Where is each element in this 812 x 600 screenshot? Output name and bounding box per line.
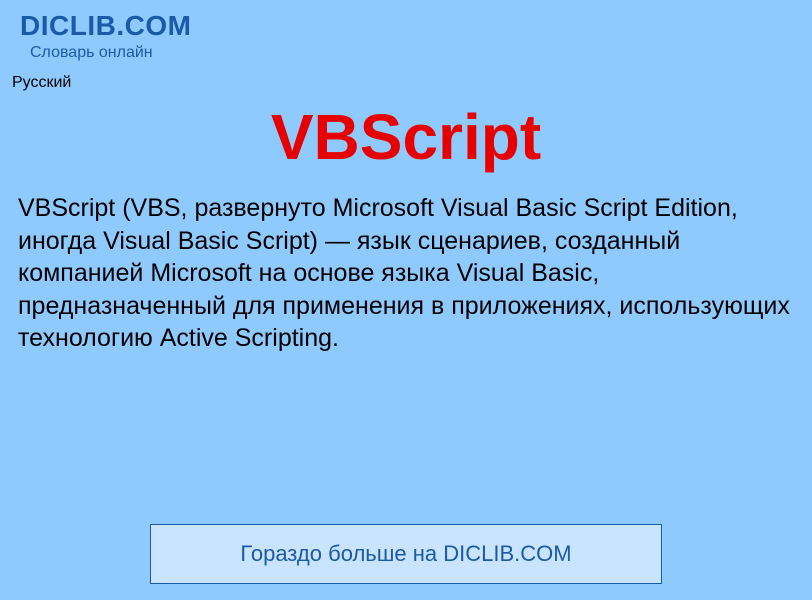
article-title: VBScript xyxy=(0,100,812,174)
language-selector[interactable]: Русский xyxy=(12,74,71,91)
cta-box: Гораздо больше на DICLIB.COM xyxy=(150,524,662,584)
language-row: Русский xyxy=(0,66,812,92)
article-body: VBScript (VBS, развернуто Microsoft Visu… xyxy=(0,192,812,355)
site-tagline: Словарь онлайн xyxy=(30,44,792,62)
site-header: DICLIB.COM Словарь онлайн xyxy=(0,0,812,66)
site-name-link[interactable]: DICLIB.COM xyxy=(20,10,792,42)
cta-link[interactable]: Гораздо больше на DICLIB.COM xyxy=(240,541,571,566)
